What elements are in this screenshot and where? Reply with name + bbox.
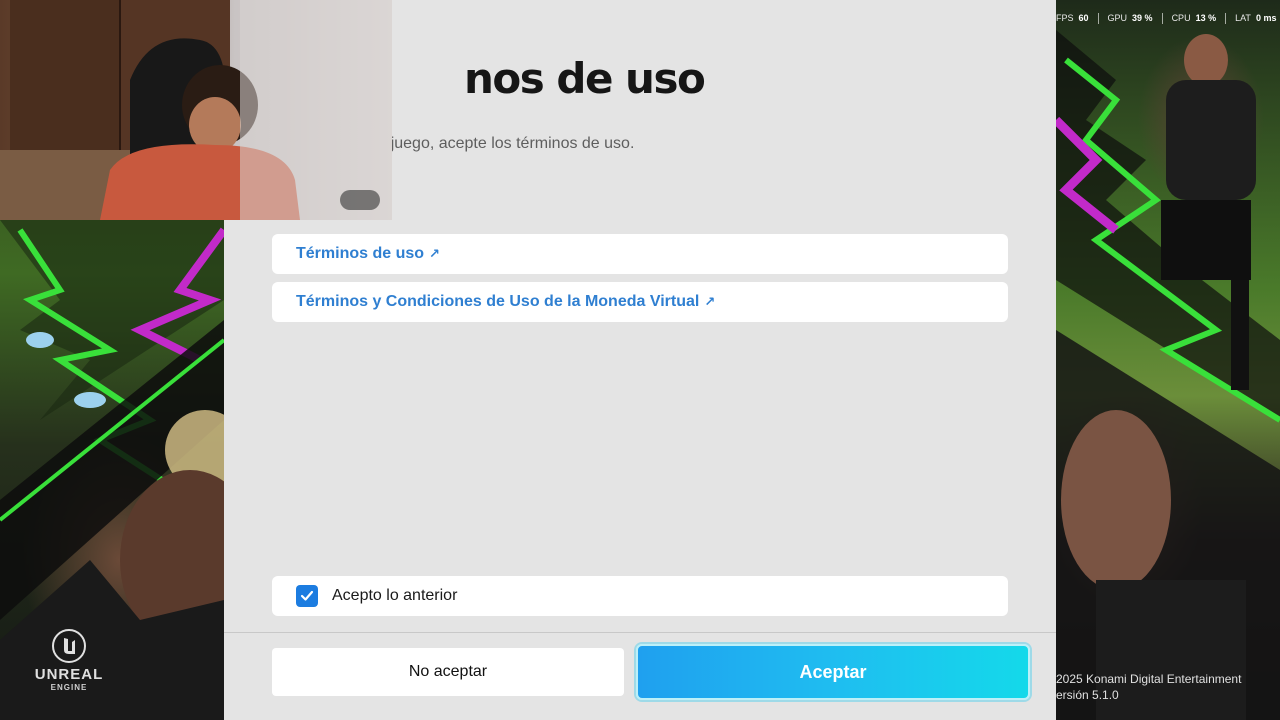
version-label: ersión 5.1.0	[1056, 688, 1119, 702]
accept-terms-row[interactable]: Acepto lo anterior	[272, 576, 1008, 616]
engine-wordmark: UNREAL	[34, 666, 104, 683]
dialog-title: nos de uso	[464, 54, 706, 103]
copyright-notice: 2025 Konami Digital Entertainment ersión…	[1056, 671, 1241, 703]
fps-stat: FPS 60	[1056, 13, 1089, 23]
copyright-line: 2025 Konami Digital Entertainment	[1056, 672, 1242, 686]
external-link-icon: ↗	[429, 246, 440, 261]
latency-stat: LAT 0 ms	[1235, 13, 1277, 23]
accept-checkbox-label: Acepto lo anterior	[332, 587, 458, 604]
engine-subtitle: ENGINE	[50, 683, 88, 692]
external-link-icon: ↗	[704, 294, 716, 309]
cpu-stat: CPU 13 %	[1171, 13, 1217, 23]
virtual-currency-terms-link[interactable]: Términos y Condiciones de Uso de la Mone…	[272, 282, 1008, 322]
accept-checkbox[interactable]	[296, 585, 318, 607]
decline-button[interactable]: No aceptar	[272, 648, 624, 696]
dialog-subtitle: este juego, acepte los términos de uso.	[356, 135, 635, 152]
terms-of-use-link[interactable]: Términos de uso ↗	[272, 234, 1008, 274]
webcam-feed	[0, 0, 392, 220]
background-graphic-right	[1056, 30, 1280, 720]
background-art-right	[1056, 0, 1280, 720]
gpu-stat: GPU 39 %	[1107, 13, 1153, 23]
webcam-overlay	[0, 0, 392, 220]
performance-overlay: FPS 60 GPU 39 % CPU 13 % LAT 0 ms	[1056, 10, 1280, 26]
checkmark-icon	[300, 590, 314, 601]
accept-button[interactable]: Aceptar	[636, 644, 1030, 700]
terms-of-use-link-label: Términos de uso	[296, 245, 425, 262]
unreal-engine-icon	[52, 629, 86, 663]
unreal-engine-logo: UNREAL ENGINE	[24, 628, 114, 698]
virtual-currency-terms-link-label: Términos y Condiciones de Uso de la Mone…	[296, 293, 700, 310]
footer-divider	[224, 632, 1056, 633]
